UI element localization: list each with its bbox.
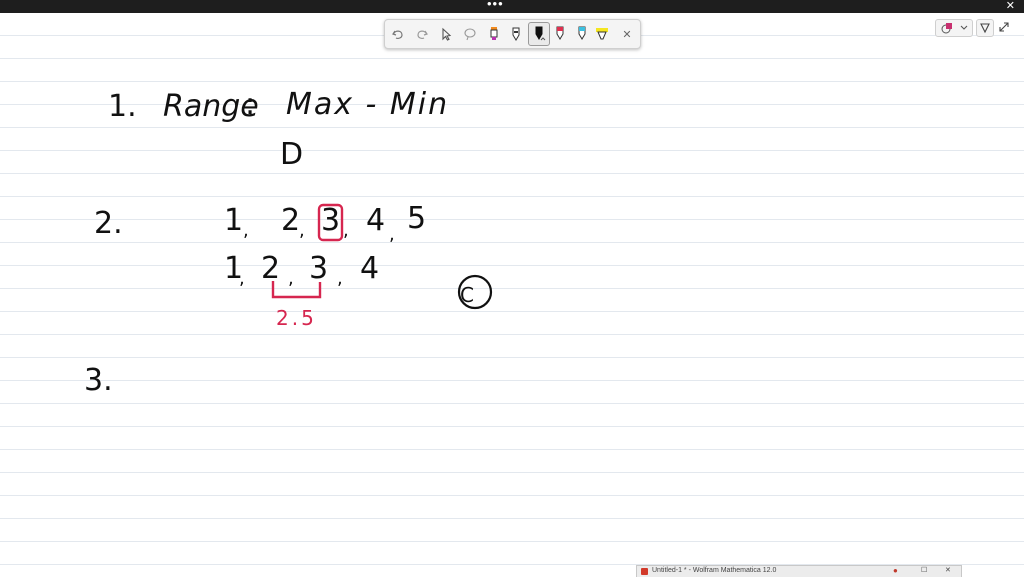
row1-comma: , — [299, 220, 305, 241]
row1-comma: , — [243, 220, 249, 241]
row1-comma: , — [343, 220, 349, 241]
item1-answer: D — [280, 137, 303, 172]
item1-number: 1. — [108, 89, 137, 124]
item2-number: 2. — [94, 206, 123, 241]
row1-value: 5 — [407, 201, 426, 236]
row2-value: 3 — [309, 251, 328, 286]
row1-value: 1 — [224, 203, 243, 238]
pin-icon[interactable]: ● — [893, 566, 898, 575]
median-value: 2.5 — [276, 306, 317, 330]
row1-value: 4 — [366, 203, 385, 238]
maximize-button[interactable]: ☐ — [921, 566, 927, 574]
row1-comma: , — [389, 224, 395, 245]
item1-colon: : — [245, 87, 255, 122]
row2-comma: , — [239, 268, 245, 289]
row2-value: 2 — [261, 251, 280, 286]
mathematica-window-tab[interactable]: Untitled-1 * - Wolfram Mathematica 12.0 … — [636, 565, 962, 577]
row2-comma: , — [288, 268, 294, 289]
row1-value: 3 — [321, 203, 340, 238]
ink-canvas: 1. Range : Max - Min D 2. 1 , 2 , 3 , 4 … — [84, 87, 493, 398]
item1-formula: Max - Min — [286, 87, 449, 122]
item3-number: 3. — [84, 363, 113, 398]
mathematica-close-button[interactable]: ✕ — [945, 566, 951, 574]
mathematica-window-title: Untitled-1 * - Wolfram Mathematica 12.0 — [652, 567, 777, 574]
item2-answer: C — [460, 283, 474, 307]
row1-value: 2 — [281, 203, 300, 238]
row2-value: 4 — [360, 251, 379, 286]
row2-comma: , — [337, 268, 343, 289]
mathematica-app-icon — [641, 568, 648, 575]
